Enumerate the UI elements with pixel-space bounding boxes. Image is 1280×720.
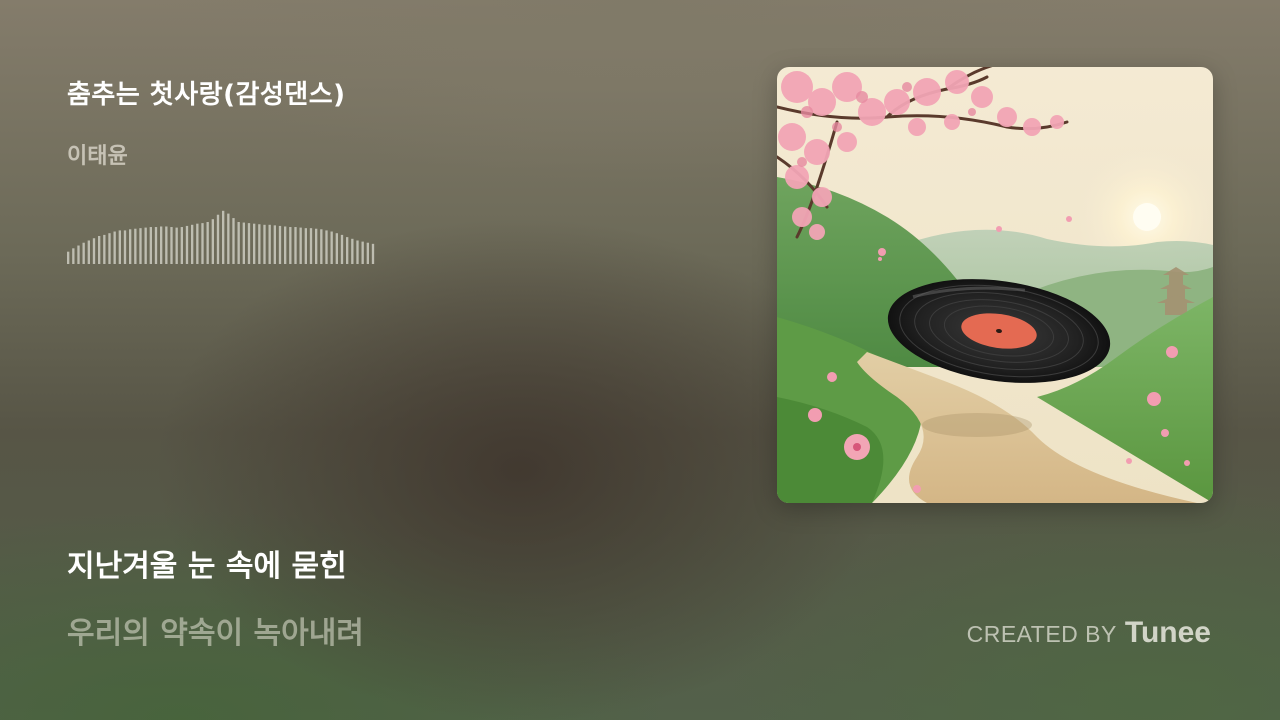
waveform-bar (113, 231, 116, 264)
waveform-bar (222, 210, 225, 264)
waveform-bar (67, 251, 70, 264)
waveform-bar (247, 223, 251, 264)
waveform-bar (304, 228, 307, 264)
waveform-bar (320, 229, 323, 264)
waveform-bar (129, 229, 132, 264)
waveform-bar (346, 237, 349, 264)
waveform-bar (216, 214, 220, 264)
waveform-bar (284, 226, 287, 264)
waveform-bar (325, 230, 328, 264)
waveform-bar (309, 228, 313, 264)
waveform-bar (180, 227, 183, 264)
waveform-bar (356, 240, 359, 264)
waveform-bar (227, 213, 230, 264)
waveform-bar (191, 224, 194, 264)
waveform-bar (196, 223, 199, 264)
waveform-bar (371, 243, 375, 264)
waveform-bar (154, 227, 158, 264)
waveform-bar (263, 224, 266, 264)
waveform-bar (289, 227, 292, 264)
waveform-bar (118, 230, 121, 264)
waveform-bar (134, 228, 137, 264)
waveform-bar (237, 222, 240, 264)
waveform-bar (330, 231, 333, 264)
waveform-bar (299, 227, 302, 264)
credit-prefix: CREATED BY (966, 621, 1117, 647)
waveform-bar (366, 242, 369, 264)
waveform-bar (294, 227, 297, 264)
waveform-bar (232, 218, 235, 264)
waveform-bar (170, 227, 173, 264)
waveform-bar (175, 227, 178, 264)
waveform-bar (278, 225, 282, 264)
song-title: 춤추는 첫사랑(감성댄스) (67, 80, 346, 110)
waveform-bar (103, 234, 106, 264)
waveform-bar (82, 242, 85, 264)
waveform-bar (201, 223, 204, 264)
current-lyric-line: 지난겨울 눈 속에 묻힌 (67, 549, 347, 584)
brand-logo: Tunee (1124, 616, 1211, 649)
artist-name: 이태윤 (67, 144, 128, 169)
waveform-bar (273, 225, 276, 264)
waveform-bar (242, 222, 245, 264)
waveform-bar (77, 245, 80, 264)
created-by-credit: CREATED BY Tunee (967, 616, 1211, 650)
waveform-bar (98, 236, 101, 264)
waveform-bar (315, 228, 318, 264)
waveform-bar (165, 226, 168, 264)
waveform-bar (258, 224, 261, 264)
waveform-bar (144, 227, 147, 264)
waveform-bar (361, 241, 364, 264)
audio-waveform (67, 210, 375, 264)
waveform-bar (72, 248, 75, 264)
next-lyric-line: 우리의 약속이 녹아내려 (67, 616, 364, 651)
blossom-flower-icon (844, 434, 870, 460)
waveform-bar (268, 224, 271, 264)
waveform-bar (160, 226, 163, 264)
waveform-bar (206, 222, 209, 264)
waveform-bar (253, 223, 256, 264)
waveform-bar (87, 240, 90, 264)
album-cover (777, 67, 1213, 503)
waveform-bar (149, 227, 152, 264)
waveform-bar (351, 238, 354, 264)
waveform-bar (340, 234, 344, 264)
waveform-bar (139, 228, 142, 264)
waveform-bar (123, 230, 127, 264)
waveform-bar (108, 233, 111, 264)
waveform-bar (92, 238, 96, 264)
waveform-bar (335, 233, 338, 264)
waveform-bar (185, 225, 189, 264)
waveform-bar (211, 219, 214, 264)
